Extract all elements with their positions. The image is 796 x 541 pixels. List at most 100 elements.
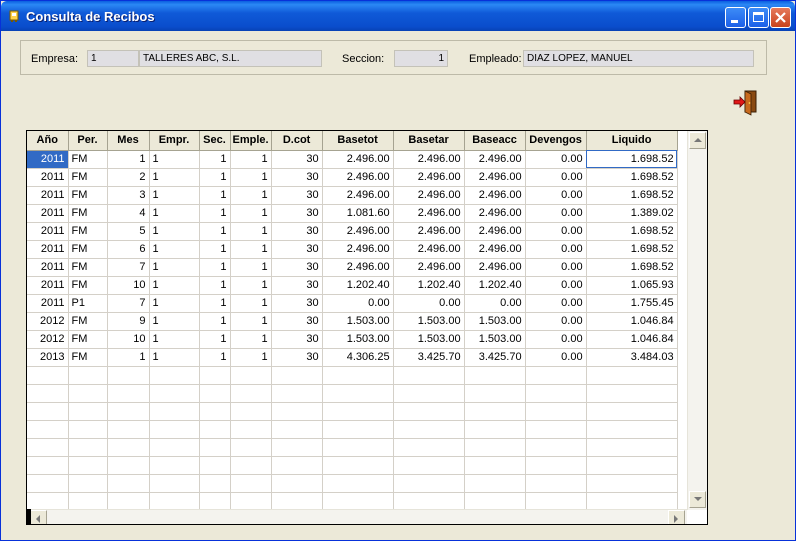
col-header-sec[interactable]: Sec. <box>199 131 231 151</box>
cell-mes[interactable]: 1 <box>107 348 150 367</box>
cell-baseacc[interactable]: 0.00 <box>464 294 526 313</box>
cell-baseacc[interactable]: 1.503.00 <box>464 330 526 349</box>
cell-basetot[interactable]: 0.00 <box>322 294 394 313</box>
cell-basetar[interactable]: 2.496.00 <box>393 168 465 187</box>
cell-dcot[interactable]: 30 <box>271 348 323 367</box>
cell-emple[interactable]: 1 <box>230 186 272 205</box>
table-row[interactable]: 2011 FM 3 1 1 1 30 2.496.00 2.496.00 2.496.00 0.00… <box>27 186 678 205</box>
cell-empr[interactable]: 1 <box>149 276 200 295</box>
minimize-button[interactable] <box>725 7 746 28</box>
cell-dcot[interactable]: 30 <box>271 276 323 295</box>
col-header-anio[interactable]: Año <box>27 131 69 151</box>
scroll-down-button[interactable] <box>689 491 706 508</box>
cell-basetot[interactable]: 1.081.60 <box>322 204 394 223</box>
cell-devengos[interactable]: 0.00 <box>525 222 587 241</box>
cell-mes[interactable]: 2 <box>107 168 150 187</box>
cell-sec[interactable]: 1 <box>199 150 231 169</box>
cell-devengos[interactable]: 0.00 <box>525 186 587 205</box>
cell-sec[interactable]: 1 <box>199 204 231 223</box>
cell-baseacc[interactable]: 2.496.00 <box>464 150 526 169</box>
cell-mes[interactable]: 9 <box>107 312 150 331</box>
cell-devengos[interactable]: 0.00 <box>525 168 587 187</box>
vertical-scrollbar[interactable] <box>687 131 707 510</box>
cell-anio[interactable]: 2011 <box>27 240 69 259</box>
cell-basetot[interactable]: 4.306.25 <box>322 348 394 367</box>
table-row[interactable]: 2011 FM 6 1 1 1 30 2.496.00 2.496.00 2.496.00 0.00… <box>27 240 678 259</box>
col-header-emple[interactable]: Emple. <box>230 131 272 151</box>
cell-anio[interactable]: 2011 <box>27 186 69 205</box>
cell-mes[interactable]: 10 <box>107 276 150 295</box>
cell-emple[interactable]: 1 <box>230 258 272 277</box>
cell-per[interactable]: FM <box>68 258 108 277</box>
scroll-up-button[interactable] <box>689 132 706 149</box>
cell-per[interactable]: FM <box>68 204 108 223</box>
cell-sec[interactable]: 1 <box>199 258 231 277</box>
cell-per[interactable]: FM <box>68 168 108 187</box>
cell-per[interactable]: P1 <box>68 294 108 313</box>
cell-dcot[interactable]: 30 <box>271 330 323 349</box>
cell-emple[interactable]: 1 <box>230 150 272 169</box>
cell-anio[interactable]: 2011 <box>27 168 69 187</box>
table-row[interactable]: 2013 FM 1 1 1 1 30 4.306.25 3.425.70 3.425.70 0.00… <box>27 348 678 367</box>
col-header-basetot[interactable]: Basetot <box>322 131 394 151</box>
cell-basetot[interactable]: 1.202.40 <box>322 276 394 295</box>
col-header-liquido[interactable]: Liquido <box>586 131 678 151</box>
cell-empr[interactable]: 1 <box>149 204 200 223</box>
cell-basetar[interactable]: 1.202.40 <box>393 276 465 295</box>
exit-button[interactable] <box>732 88 760 116</box>
cell-emple[interactable]: 1 <box>230 294 272 313</box>
cell-per[interactable]: FM <box>68 276 108 295</box>
col-header-empr[interactable]: Empr. <box>149 131 200 151</box>
cell-liquido[interactable]: 1.698.52 <box>586 150 678 169</box>
cell-emple[interactable]: 1 <box>230 330 272 349</box>
cell-baseacc[interactable]: 2.496.00 <box>464 258 526 277</box>
cell-mes[interactable]: 10 <box>107 330 150 349</box>
cell-devengos[interactable]: 0.00 <box>525 258 587 277</box>
cell-baseacc[interactable]: 3.425.70 <box>464 348 526 367</box>
table-row[interactable]: 2011 FM 4 1 1 1 30 1.081.60 2.496.00 2.496.00 0.00… <box>27 204 678 223</box>
cell-basetot[interactable]: 2.496.00 <box>322 150 394 169</box>
table-row[interactable]: 2012 FM 10 1 1 1 30 1.503.00 1.503.00 1.503.00 0.0… <box>27 330 678 349</box>
cell-baseacc[interactable]: 1.202.40 <box>464 276 526 295</box>
close-button[interactable] <box>770 7 791 28</box>
cell-per[interactable]: FM <box>68 150 108 169</box>
cell-anio[interactable]: 2011 <box>27 222 69 241</box>
cell-emple[interactable]: 1 <box>230 168 272 187</box>
cell-liquido[interactable]: 1.755.45 <box>586 294 678 313</box>
cell-emple[interactable]: 1 <box>230 222 272 241</box>
cell-per[interactable]: FM <box>68 312 108 331</box>
cell-basetar[interactable]: 2.496.00 <box>393 222 465 241</box>
cell-mes[interactable]: 7 <box>107 294 150 313</box>
cell-dcot[interactable]: 30 <box>271 150 323 169</box>
cell-sec[interactable]: 1 <box>199 276 231 295</box>
table-row[interactable]: 2011 FM 7 1 1 1 30 2.496.00 2.496.00 2.496.00 0.00… <box>27 258 678 277</box>
cell-emple[interactable]: 1 <box>230 240 272 259</box>
cell-devengos[interactable]: 0.00 <box>525 150 587 169</box>
cell-liquido[interactable]: 3.484.03 <box>586 348 678 367</box>
cell-sec[interactable]: 1 <box>199 222 231 241</box>
cell-devengos[interactable]: 0.00 <box>525 348 587 367</box>
cell-sec[interactable]: 1 <box>199 294 231 313</box>
cell-dcot[interactable]: 30 <box>271 312 323 331</box>
cell-per[interactable]: FM <box>68 330 108 349</box>
cell-devengos[interactable]: 0.00 <box>525 330 587 349</box>
cell-basetot[interactable]: 2.496.00 <box>322 168 394 187</box>
cell-basetar[interactable]: 2.496.00 <box>393 204 465 223</box>
cell-basetot[interactable]: 2.496.00 <box>322 186 394 205</box>
cell-liquido[interactable]: 1.046.84 <box>586 330 678 349</box>
cell-emple[interactable]: 1 <box>230 276 272 295</box>
cell-per[interactable]: FM <box>68 240 108 259</box>
cell-emple[interactable]: 1 <box>230 312 272 331</box>
cell-devengos[interactable]: 0.00 <box>525 240 587 259</box>
cell-basetar[interactable]: 0.00 <box>393 294 465 313</box>
cell-per[interactable]: FM <box>68 186 108 205</box>
cell-sec[interactable]: 1 <box>199 312 231 331</box>
receipts-grid[interactable]: Año Per. Mes Empr. Sec. Emple. D.cot Bas… <box>26 130 708 525</box>
cell-basetar[interactable]: 3.425.70 <box>393 348 465 367</box>
cell-basetot[interactable]: 2.496.00 <box>322 240 394 259</box>
cell-basetot[interactable]: 2.496.00 <box>322 222 394 241</box>
cell-devengos[interactable]: 0.00 <box>525 294 587 313</box>
cell-empr[interactable]: 1 <box>149 150 200 169</box>
cell-dcot[interactable]: 30 <box>271 222 323 241</box>
col-header-baseacc[interactable]: Baseacc <box>464 131 526 151</box>
